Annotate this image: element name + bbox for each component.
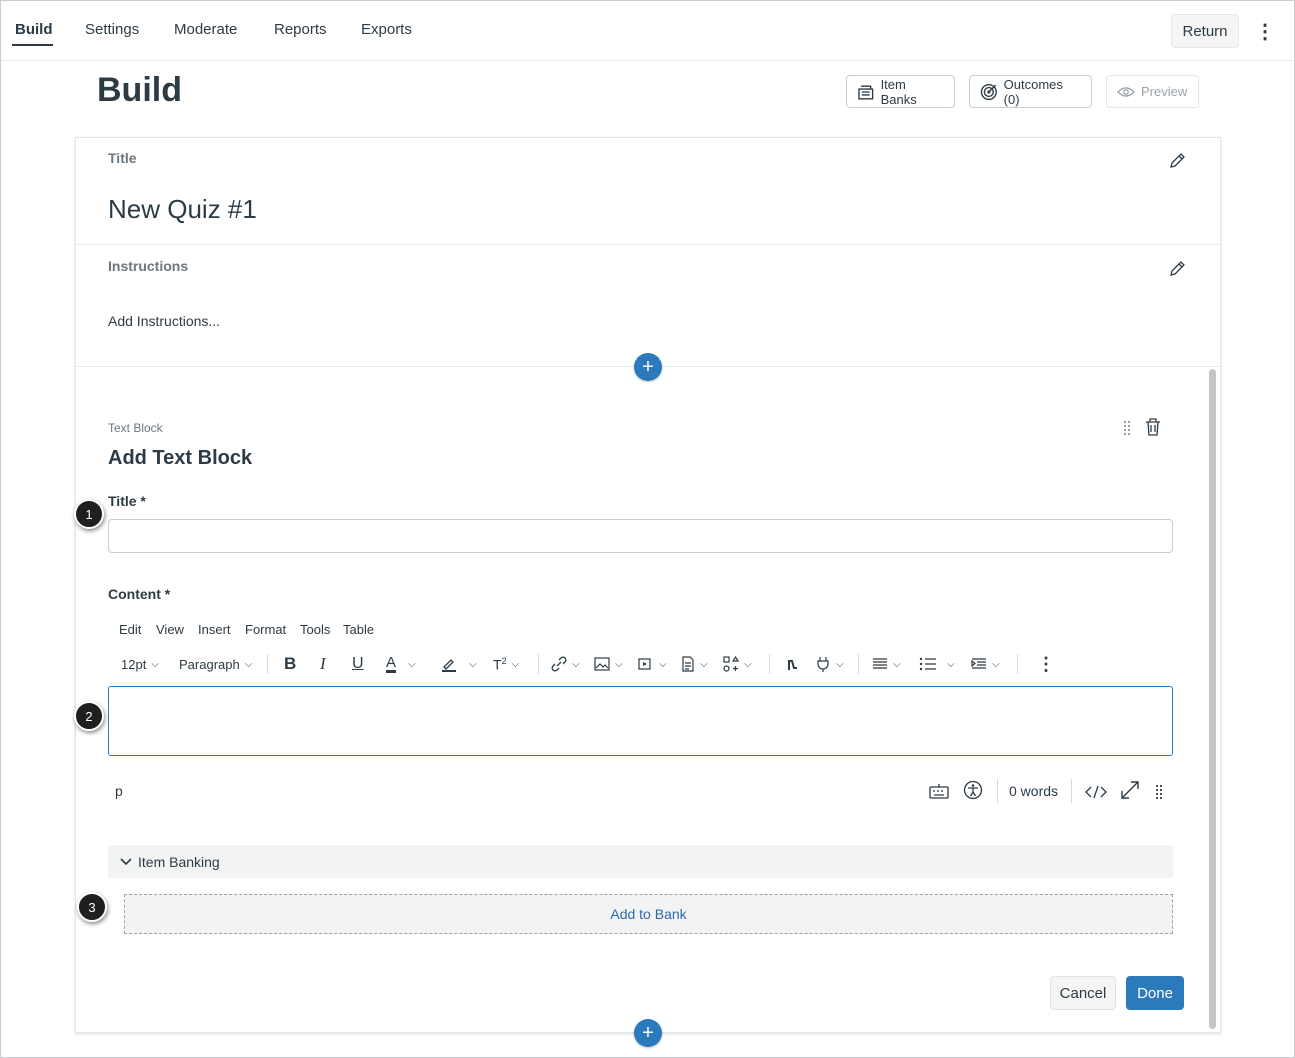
preview-label: Preview bbox=[1141, 84, 1188, 99]
menu-format[interactable]: Format bbox=[245, 622, 286, 637]
indent-icon[interactable]: ⌵ bbox=[971, 653, 1000, 675]
top-nav: Build Settings Moderate Reports Exports … bbox=[1, 1, 1294, 61]
italic-icon[interactable]: I bbox=[320, 653, 326, 675]
menu-table[interactable]: Table bbox=[343, 622, 374, 637]
item-banks-button[interactable]: Item Banks bbox=[846, 75, 955, 108]
apps-icon[interactable]: ⌵ bbox=[723, 653, 752, 675]
target-icon bbox=[980, 83, 997, 100]
title-input[interactable] bbox=[108, 519, 1173, 553]
done-button[interactable]: Done bbox=[1126, 976, 1184, 1010]
block-format-select[interactable]: Paragraph ⌵ bbox=[179, 653, 252, 675]
outcomes-label: Outcomes (0) bbox=[1003, 76, 1063, 107]
add-item-plus-icon[interactable]: + bbox=[634, 353, 662, 381]
item-banks-icon bbox=[858, 84, 874, 100]
trash-icon[interactable] bbox=[1144, 417, 1162, 437]
word-count[interactable]: 0 words bbox=[1009, 783, 1058, 799]
text-block-type-label: Text Block bbox=[108, 421, 163, 435]
drag-handle-icon[interactable] bbox=[1121, 419, 1133, 437]
title-field-label: Title * bbox=[108, 493, 146, 509]
status-separator bbox=[1071, 779, 1072, 803]
plugin-icon[interactable]: ⌵ bbox=[815, 653, 844, 675]
eye-icon bbox=[1117, 86, 1135, 97]
menu-view[interactable]: View bbox=[156, 622, 184, 637]
document-icon[interactable]: ⌵ bbox=[681, 653, 708, 675]
font-size-value: 12pt bbox=[121, 656, 147, 672]
divider bbox=[76, 244, 1220, 245]
keyboard-shortcuts-icon[interactable] bbox=[929, 783, 949, 799]
tab-build[interactable]: Build bbox=[15, 21, 53, 38]
element-path[interactable]: p bbox=[115, 783, 123, 799]
tab-reports[interactable]: Reports bbox=[274, 21, 327, 38]
chevron-down-icon: ⌵ bbox=[244, 658, 253, 670]
text-block-heading: Add Text Block bbox=[108, 447, 253, 469]
menu-insert[interactable]: Insert bbox=[198, 622, 231, 637]
return-button[interactable]: Return bbox=[1171, 14, 1239, 48]
highlight-icon[interactable]: ⌵ bbox=[441, 653, 477, 675]
callout-badge: 1 bbox=[74, 499, 104, 529]
status-separator bbox=[997, 779, 998, 803]
block-format-value: Paragraph bbox=[179, 656, 240, 672]
quiz-title: New Quiz #1 bbox=[108, 194, 257, 224]
tab-exports[interactable]: Exports bbox=[361, 21, 412, 38]
menu-tools[interactable]: Tools bbox=[300, 622, 330, 637]
media-icon[interactable]: ⌵ bbox=[638, 653, 667, 675]
fullscreen-icon[interactable] bbox=[1120, 780, 1140, 800]
more-options-icon[interactable]: ⋮ bbox=[1255, 19, 1275, 43]
image-icon[interactable]: ⌵ bbox=[594, 653, 623, 675]
link-icon[interactable]: ⌵ bbox=[551, 653, 580, 675]
resize-handle-icon[interactable] bbox=[1154, 783, 1164, 801]
callout-badge: 3 bbox=[77, 892, 107, 922]
toolbar-separator bbox=[267, 654, 268, 674]
cancel-button[interactable]: Cancel bbox=[1050, 976, 1116, 1010]
preview-button[interactable]: Preview bbox=[1106, 75, 1199, 108]
add-item-plus-icon[interactable]: + bbox=[634, 1019, 662, 1047]
content-field-label: Content * bbox=[108, 586, 171, 602]
html-editor-icon[interactable] bbox=[1085, 785, 1107, 799]
callout-badge: 2 bbox=[74, 701, 104, 731]
add-to-bank-label: Add to Bank bbox=[610, 906, 687, 922]
align-icon[interactable]: ⌵ bbox=[872, 653, 901, 675]
item-banks-label: Item Banks bbox=[880, 76, 917, 107]
page-title: Build bbox=[97, 71, 182, 109]
edit-instructions-pencil-icon[interactable] bbox=[1168, 260, 1186, 278]
tab-moderate[interactable]: Moderate bbox=[174, 21, 237, 38]
edit-title-pencil-icon[interactable] bbox=[1168, 152, 1186, 170]
add-to-bank-button[interactable]: Add to Bank bbox=[124, 894, 1173, 934]
toolbar-separator bbox=[858, 654, 859, 674]
item-banking-toggle[interactable]: Item Banking bbox=[108, 845, 1173, 878]
chevron-down-icon bbox=[120, 857, 132, 865]
more-tools-icon[interactable]: ⋮ bbox=[1037, 653, 1055, 675]
bullet-list-icon[interactable]: ⌵ bbox=[919, 653, 955, 675]
instructions-placeholder[interactable]: Add Instructions... bbox=[108, 313, 220, 329]
active-tab-indicator bbox=[12, 44, 53, 46]
scrollbar[interactable] bbox=[1209, 369, 1216, 1029]
content-editor[interactable] bbox=[108, 686, 1173, 756]
app-frame: Build Settings Moderate Reports Exports … bbox=[0, 0, 1295, 1058]
font-size-select[interactable]: 12pt ⌵ bbox=[121, 653, 159, 675]
quiz-title-label: Title bbox=[108, 150, 137, 166]
menu-edit[interactable]: Edit bbox=[119, 622, 141, 637]
item-banking-label: Item Banking bbox=[138, 853, 220, 870]
bold-icon[interactable]: B bbox=[284, 653, 296, 675]
chevron-down-icon: ⌵ bbox=[151, 658, 159, 670]
tab-settings[interactable]: Settings bbox=[85, 21, 139, 38]
text-color-icon[interactable]: A ⌵ bbox=[386, 653, 416, 675]
instructions-label: Instructions bbox=[108, 258, 189, 274]
toolbar-separator bbox=[1017, 654, 1018, 674]
accessibility-icon[interactable] bbox=[963, 780, 983, 800]
toolbar-separator bbox=[538, 654, 539, 674]
outcomes-button[interactable]: Outcomes (0) bbox=[969, 75, 1092, 108]
equation-icon[interactable] bbox=[786, 653, 800, 675]
superscript-icon[interactable]: T2 ⌵ bbox=[493, 653, 519, 675]
underline-icon[interactable]: U bbox=[352, 653, 364, 675]
toolbar-separator bbox=[769, 654, 770, 674]
